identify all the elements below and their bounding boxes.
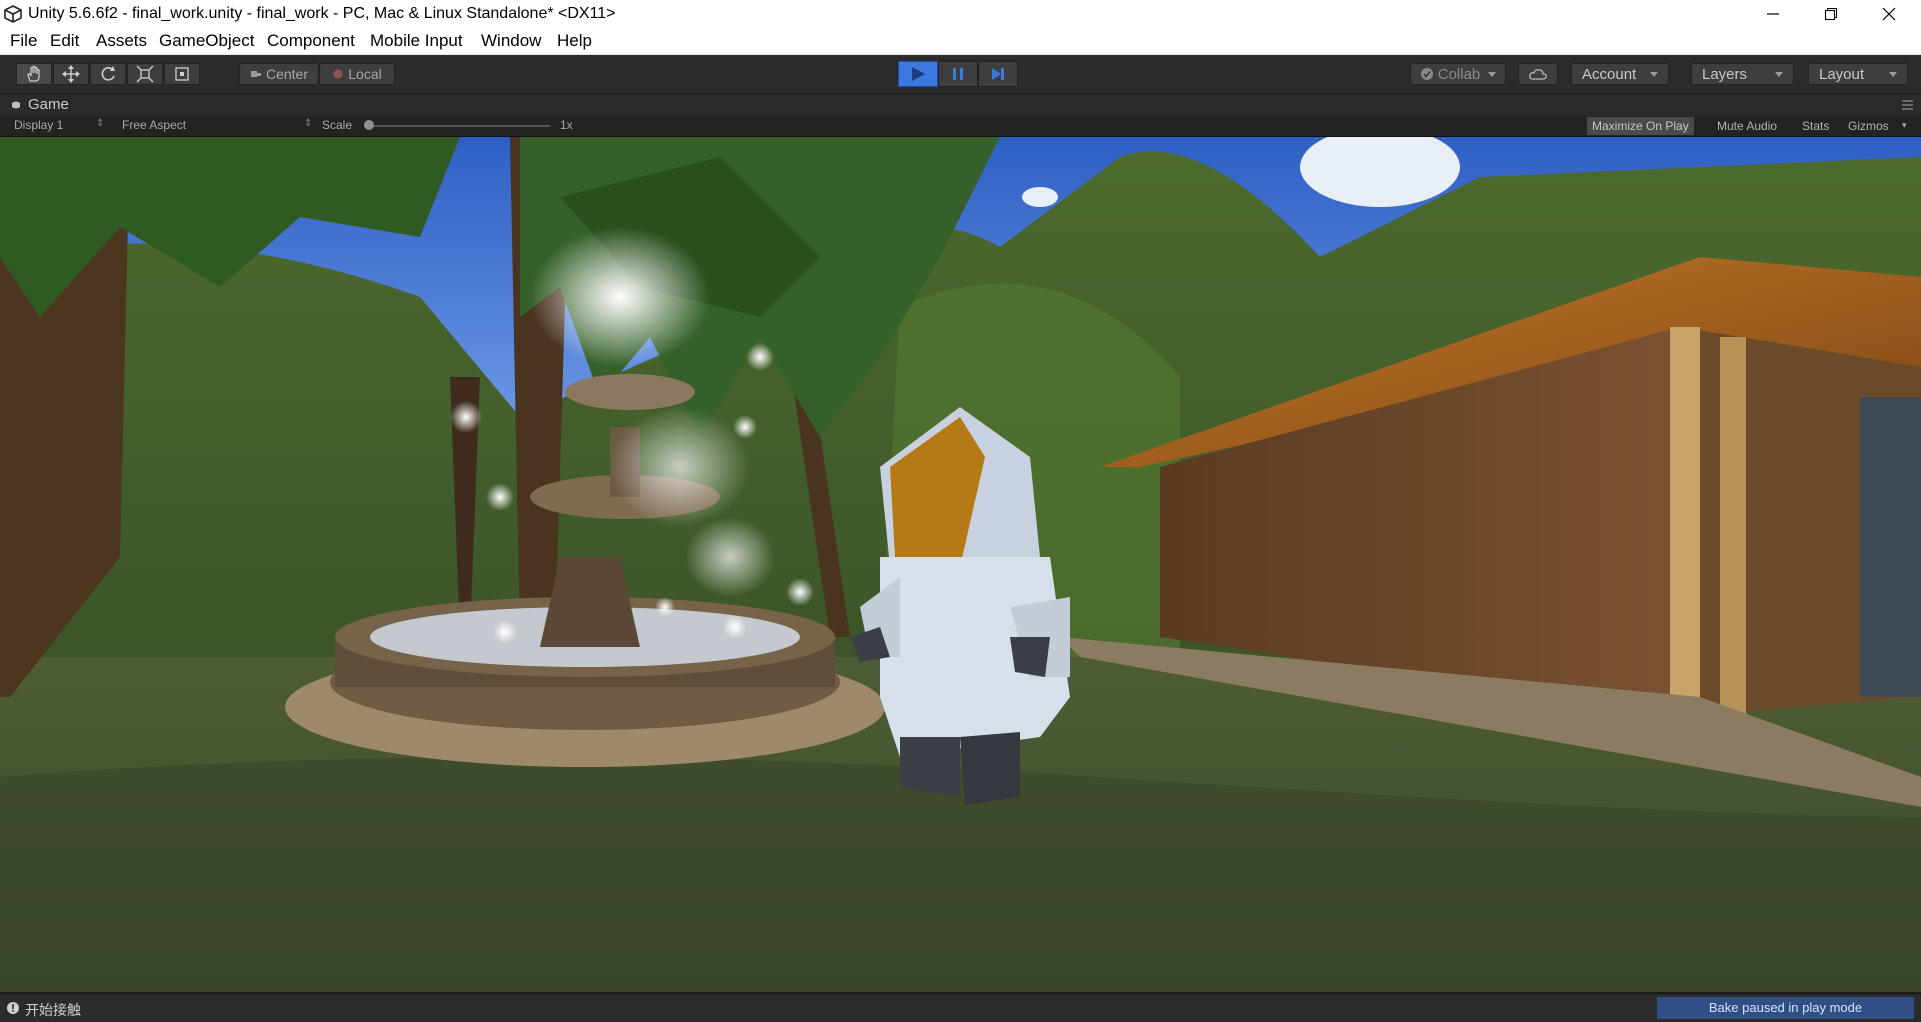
aspect-label: Free Aspect [122,118,187,132]
status-message[interactable]: 开始接触 [25,1000,81,1020]
display-label: Display 1 [14,118,64,132]
minimize-icon [1767,13,1779,15]
close-icon [1882,7,1896,21]
pause-button[interactable] [938,61,978,87]
chevron-down-icon [1650,71,1658,77]
bake-status-badge: Bake paused in play mode [1657,997,1914,1019]
chevron-down-icon [1889,71,1897,77]
scale-icon [136,65,154,83]
gizmos-label: Gizmos [1848,119,1889,133]
step-icon [992,68,1004,80]
game-viewport[interactable] [0,137,1921,992]
pause-icon [953,68,963,80]
restore-icon [1824,7,1838,21]
status-bar: 开始接触 Bake paused in play mode [0,993,1921,1022]
account-label: Account [1582,65,1637,83]
stats-toggle[interactable]: Stats [1797,117,1834,135]
unity-toolbar: Center Local Collab Account Layers Layou… [0,55,1921,94]
aspect-dropdown[interactable]: Free Aspect ⇕ [122,118,312,132]
game-tab[interactable]: Game [10,96,69,113]
cloud-button[interactable] [1518,63,1558,85]
menu-component[interactable]: Component [267,30,355,52]
menu-help[interactable]: Help [557,30,592,52]
account-dropdown[interactable]: Account [1571,63,1669,85]
menu-mobile-input[interactable]: Mobile Input [370,30,463,52]
rotate-tool-button[interactable] [90,63,126,85]
collab-dropdown[interactable]: Collab [1410,63,1506,85]
rect-icon [175,67,189,81]
collab-label: Collab [1437,65,1481,83]
menu-bar: File Edit Assets GameObject Component Mo… [0,28,1921,55]
pivot-center-toggle[interactable]: Center [239,63,319,85]
step-button[interactable] [978,61,1018,87]
local-rotation-icon [333,69,343,79]
mute-audio-toggle[interactable]: Mute Audio [1712,117,1782,135]
scale-tool-button[interactable] [127,63,163,85]
gizmos-dropdown[interactable]: Gizmos [1843,117,1894,135]
chevron-down-icon [1488,71,1497,77]
play-icon [912,67,925,81]
layers-label: Layers [1702,65,1748,83]
layers-dropdown[interactable]: Layers [1691,63,1794,85]
game-scene-render[interactable] [0,137,1921,992]
scale-slider-track[interactable] [364,120,550,130]
scale-label: Scale [322,118,353,132]
minimize-button[interactable] [1744,0,1802,28]
game-tab-label: Game [28,96,69,113]
scale-slider-handle[interactable] [364,120,374,130]
layout-label: Layout [1819,65,1865,83]
pivot-local-label: Local [348,66,382,82]
play-button[interactable] [898,61,938,87]
pivot-center-label: Center [265,66,309,82]
menu-file[interactable]: File [10,30,37,52]
panel-menu-icon[interactable] [1898,99,1914,111]
hand-icon [27,65,40,82]
collab-check-icon [1420,68,1433,80]
game-view-toolbar: Display 1 ⇕ Free Aspect ⇕ Scale 1x Maxim… [0,116,1921,137]
updown-arrow-icon: ⇕ [304,118,313,129]
game-panel-tab-bar: Game [0,94,1921,116]
game-controller-icon [12,101,20,108]
move-icon [62,65,80,83]
restore-button[interactable] [1802,0,1860,28]
menu-gameobject[interactable]: GameObject [159,30,254,52]
layout-dropdown[interactable]: Layout [1808,63,1908,85]
info-icon [7,1002,19,1014]
menu-assets[interactable]: Assets [96,30,147,52]
window-title-bar: Unity 5.6.6f2 - final_work.unity - final… [0,0,1921,28]
move-tool-button[interactable] [53,63,89,85]
scale-value: 1x [560,118,573,132]
updown-arrow-icon: ⇕ [96,118,105,129]
menu-edit[interactable]: Edit [50,30,79,52]
hand-tool-button[interactable] [16,63,52,85]
rotate-icon [101,66,115,81]
display-dropdown[interactable]: Display 1 ⇕ [14,118,104,132]
gizmos-chevron-icon[interactable]: ▾ [1902,120,1907,131]
maximize-on-play-toggle[interactable]: Maximize On Play [1587,117,1694,135]
chevron-down-icon [1775,71,1783,77]
pivot-local-toggle[interactable]: Local [319,63,395,85]
pivot-icon [250,71,261,77]
cloud-icon [1529,69,1547,80]
rect-tool-button[interactable] [164,63,200,85]
close-button[interactable] [1860,0,1918,28]
unity-logo-icon [4,5,22,23]
menu-window[interactable]: Window [481,30,541,52]
window-title: Unity 5.6.6f2 - final_work.unity - final… [28,5,616,22]
